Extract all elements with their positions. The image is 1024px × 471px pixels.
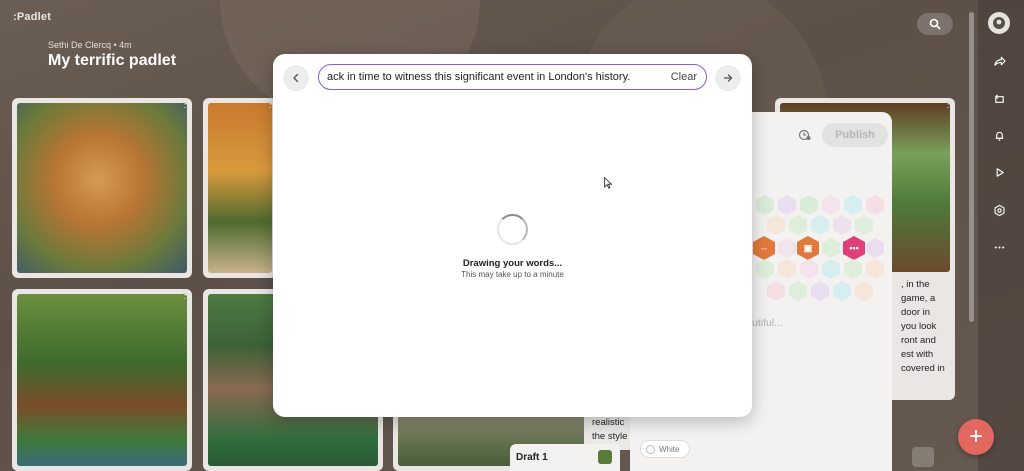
add-post-button[interactable]: + xyxy=(958,419,994,455)
scrollbar[interactable] xyxy=(969,12,974,322)
post-image xyxy=(208,103,272,273)
notifications-button[interactable] xyxy=(988,124,1010,146)
publish-button[interactable]: Publish xyxy=(822,123,888,147)
bell-icon xyxy=(995,131,1003,141)
more-button[interactable] xyxy=(988,236,1010,258)
post-text-line: the style xyxy=(592,431,628,442)
color-chip[interactable]: White xyxy=(640,440,690,458)
remake-button[interactable] xyxy=(988,88,1010,110)
side-panel-icon[interactable] xyxy=(912,447,934,467)
author-line: Sethi De Clercq • 4m xyxy=(48,40,132,50)
loading-title: Drawing your words... xyxy=(462,258,563,269)
share-icon xyxy=(993,56,1006,66)
post-card[interactable]: ⋮ xyxy=(12,289,192,471)
remake-icon xyxy=(994,93,1004,103)
post-text-line: covered in xyxy=(901,363,945,374)
play-icon xyxy=(996,167,1004,177)
post-text-line: realistic xyxy=(592,417,625,428)
settings-icon xyxy=(993,204,1005,216)
loading-spinner-icon xyxy=(497,214,528,245)
mouse-cursor-icon xyxy=(604,177,612,189)
body-placeholder[interactable]: utiful... xyxy=(752,316,783,330)
more-vertical-icon[interactable]: ⋮ xyxy=(180,100,190,110)
search-button[interactable] xyxy=(917,13,953,35)
post-image xyxy=(17,103,187,273)
post-card[interactable]: ⋮ xyxy=(12,98,192,278)
color-swatch xyxy=(646,444,655,454)
arrow-right-icon xyxy=(723,74,733,82)
share-button[interactable] xyxy=(988,50,1010,72)
post-text-line: game, a xyxy=(901,293,936,304)
post-image xyxy=(17,294,187,466)
plus-icon: + xyxy=(968,423,983,450)
settings-button[interactable] xyxy=(988,199,1010,221)
arrow-left-icon xyxy=(293,73,299,83)
page-title[interactable]: My terrific padlet xyxy=(48,52,176,70)
loading-subtitle: This may take up to a minute xyxy=(461,270,564,279)
draft-label: Draft 1 xyxy=(516,452,548,463)
search-icon xyxy=(929,18,941,30)
post-text-line: ront and xyxy=(901,335,936,346)
more-icon xyxy=(994,245,1004,249)
more-vertical-icon[interactable]: ⋮ xyxy=(943,100,953,110)
post-text-line: you look xyxy=(901,321,937,332)
post-card[interactable]: ⋮ xyxy=(203,98,277,278)
ai-image-dialog: ack in time to witness this significant … xyxy=(273,54,752,417)
color-chip-label: White xyxy=(659,444,680,454)
draft-tab[interactable]: Draft 1 xyxy=(510,444,620,471)
back-button[interactable] xyxy=(283,65,309,91)
more-vertical-icon[interactable]: ⋮ xyxy=(180,291,190,301)
prompt-input[interactable]: ack in time to witness this significant … xyxy=(318,64,707,90)
post-text-line: , in the xyxy=(901,279,930,290)
draft-thumbnail xyxy=(598,450,612,464)
clock-icon[interactable] xyxy=(798,128,812,142)
clear-button[interactable]: Clear xyxy=(663,71,706,83)
prompt-text[interactable]: ack in time to witness this significant … xyxy=(319,71,663,83)
avatar[interactable] xyxy=(988,12,1010,34)
post-text-line: door in xyxy=(901,307,931,318)
post-text-line: est with xyxy=(901,349,934,360)
slideshow-button[interactable] xyxy=(988,161,1010,183)
padlet-logo[interactable]: :Padlet xyxy=(13,11,51,23)
submit-button[interactable] xyxy=(715,65,741,91)
